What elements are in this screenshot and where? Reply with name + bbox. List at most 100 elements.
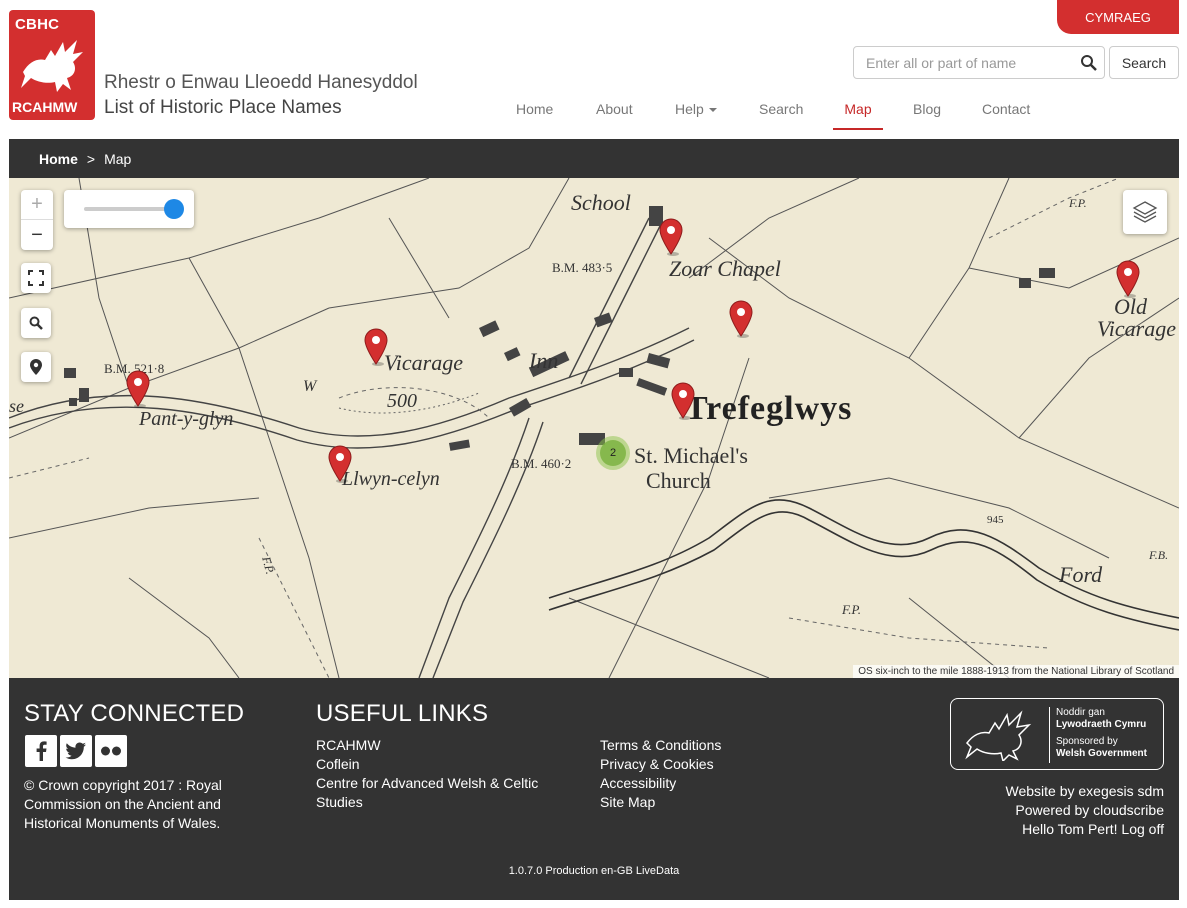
copyright-text: © Crown copyright 2017 : Royal Commissio… [24, 777, 222, 831]
nav-blog[interactable]: Blog [913, 98, 941, 130]
opacity-slider [64, 190, 194, 228]
locate-button[interactable] [21, 352, 51, 382]
credit-powered[interactable]: Powered by cloudscribe [1006, 801, 1164, 820]
welsh-government-logo[interactable]: Noddir gan Lywodraeth Cymru Sponsored by… [950, 698, 1164, 770]
map-marker-pin-icon[interactable] [1116, 260, 1140, 298]
version-info: 1.0.7.0 Production en-GB LiveData [508, 865, 680, 877]
link-rcahmw[interactable]: RCAHMW [316, 736, 566, 755]
breadcrumb-separator: > [86, 150, 96, 167]
map-label-fp-3: F.P. [1069, 196, 1087, 210]
map-label-fp-2: F.P. [842, 602, 862, 617]
map-marker-pin-icon[interactable] [729, 300, 753, 338]
marker-cluster[interactable]: 2 [596, 436, 630, 470]
nav-contact[interactable]: Contact [982, 98, 1030, 130]
nav-help-label: Help [675, 101, 704, 117]
marker-cluster-count: 2 [600, 440, 626, 466]
map-label-trefeglwys: Trefeglwys [685, 390, 853, 427]
zoom-in-button[interactable]: + [21, 190, 53, 220]
map-label-pant-y-glyn: Pant-y-glyn [139, 408, 234, 430]
map-label-st-michaels: St. Michael's [634, 443, 748, 468]
gov-line1: Noddir gan [1056, 707, 1105, 718]
user-greeting-logoff[interactable]: Hello Tom Pert! Log off [1006, 820, 1164, 839]
breadcrumb: Home > Map [9, 139, 1179, 178]
chevron-down-icon [708, 108, 717, 113]
link-site-map[interactable]: Site Map [600, 793, 800, 812]
search-field [853, 46, 1105, 79]
logo-text-rcahmw: RCAHMW [12, 99, 78, 115]
map-label-old-vicarage: Vicarage [1097, 316, 1177, 341]
social-links [25, 735, 127, 767]
breadcrumb-current: Map [104, 150, 132, 167]
fullscreen-button[interactable] [21, 263, 51, 293]
link-cawcs[interactable]: Centre for Advanced Welsh & Celtic Studi… [316, 774, 566, 812]
logo-text-cbhc: CBHC [15, 16, 60, 33]
map-label-bm-460: B.M. 460·2 [511, 456, 572, 471]
nav-help[interactable]: Help [675, 98, 717, 130]
link-coflein[interactable]: Coflein [316, 755, 566, 774]
dragon-icon [21, 40, 83, 92]
opacity-slider-handle[interactable] [164, 199, 184, 219]
location-pin-icon [30, 359, 42, 375]
site-title-welsh: Rhestr o Enwau Lleoedd Hanesyddol [104, 72, 418, 93]
map-label-se: se [9, 396, 24, 416]
nav-search[interactable]: Search [759, 98, 803, 130]
stay-connected-heading: STAY CONNECTED [24, 700, 245, 727]
nav-home[interactable]: Home [516, 98, 553, 130]
link-accessibility[interactable]: Accessibility [600, 774, 800, 793]
map-label-zoar-chapel: Zoar Chapel [669, 256, 781, 281]
map-label-ford: Ford [1059, 562, 1103, 587]
map-marker-pin-icon[interactable] [659, 218, 683, 256]
search-icon[interactable] [1080, 54, 1098, 72]
map-label-w: W [303, 378, 317, 395]
map-label-bm-483: B.M. 483·5 [552, 260, 613, 275]
map-label-inn: Inn [529, 348, 559, 373]
map-label-llwyn-celyn: Llwyn-celyn [342, 468, 440, 490]
logo-divider [1049, 707, 1050, 763]
map-label-vicarage: Vicarage [384, 350, 464, 375]
map-marker-pin-icon[interactable] [126, 370, 150, 408]
dragon-icon [965, 710, 1032, 761]
site-credits: Website by exegesis sdm Powered by cloud… [1006, 782, 1164, 839]
useful-links-heading: USEFUL LINKS [316, 700, 489, 727]
useful-links-col1: RCAHMW Coflein Centre for Advanced Welsh… [316, 736, 566, 812]
credit-website[interactable]: Website by exegesis sdm [1006, 782, 1164, 801]
search-icon [29, 316, 43, 330]
useful-links-col2: Terms & Conditions Privacy & Cookies Acc… [600, 736, 800, 812]
fullscreen-icon [28, 270, 44, 286]
map-marker-pin-icon[interactable] [364, 328, 388, 366]
map-label-945: 945 [987, 514, 1004, 526]
gov-line2: Lywodraeth Cymru [1056, 719, 1147, 730]
footer: STAY CONNECTED © Crown copyright 2017 : … [9, 678, 1179, 900]
facebook-icon[interactable] [25, 735, 57, 767]
link-terms[interactable]: Terms & Conditions [600, 736, 800, 755]
layers-icon [1132, 201, 1158, 223]
site-title-english: List of Historic Place Names [104, 97, 342, 118]
link-privacy[interactable]: Privacy & Cookies [600, 755, 800, 774]
map-marker-pin-icon[interactable] [328, 445, 352, 483]
site-title: Rhestr o Enwau Lleoedd Hanesyddol List o… [104, 70, 418, 120]
map-search-button[interactable] [21, 308, 51, 338]
breadcrumb-home[interactable]: Home [39, 151, 78, 167]
map-label-school: School [571, 190, 631, 215]
gov-line3: Sponsored by [1056, 736, 1118, 747]
layer-switcher-button[interactable] [1123, 190, 1167, 234]
map-label-fb: F.B. [1149, 548, 1169, 562]
map-attribution[interactable]: OS six-inch to the mile 1888-1913 from t… [853, 665, 1179, 678]
search-button[interactable]: Search [1109, 46, 1179, 79]
map-label-church: Church [646, 468, 711, 493]
map-view[interactable]: School B.M. 483·5 Zoar Chapel Old Vicara… [9, 178, 1179, 678]
gov-line4: Welsh Government [1056, 748, 1147, 759]
map-label-contour-500: 500 [387, 390, 417, 412]
gov-logo-text: Noddir gan Lywodraeth Cymru Sponsored by… [1056, 707, 1147, 760]
zoom-control: + − [21, 190, 53, 250]
flickr-icon[interactable] [95, 735, 127, 767]
nav-map[interactable]: Map [833, 98, 883, 130]
search-input[interactable] [854, 47, 1076, 78]
zoom-out-button[interactable]: − [21, 220, 53, 250]
language-toggle-button[interactable]: CYMRAEG [1057, 0, 1179, 34]
map-marker-pin-icon[interactable] [671, 382, 695, 420]
rcahmw-logo[interactable]: CBHC RCAHMW [9, 10, 95, 120]
twitter-icon[interactable] [60, 735, 92, 767]
opacity-slider-track[interactable] [84, 207, 174, 211]
nav-about[interactable]: About [596, 98, 633, 130]
